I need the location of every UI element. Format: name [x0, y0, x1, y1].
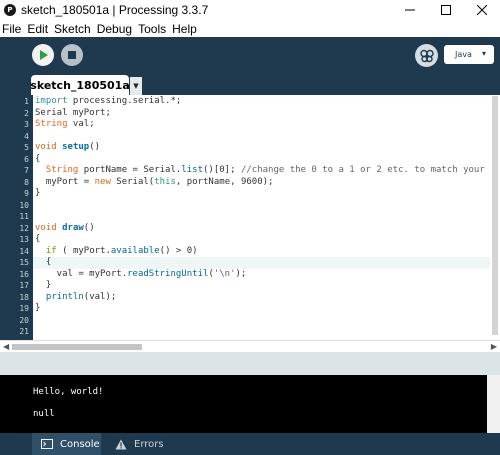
- stop-icon: [68, 51, 76, 59]
- title-bar: P sketch_180501a | Processing 3.3.7: [0, 0, 500, 20]
- code-editor: 1 2 3 4 5 6 7 8 9 10 11 12 13 14 15 16 1…: [0, 95, 500, 340]
- code-line: String val;: [35, 119, 95, 129]
- code-text-area[interactable]: import processing.serial.*; Serial myPor…: [33, 95, 490, 340]
- line-number: 5: [24, 143, 29, 152]
- tab-sketch[interactable]: sketch_180501a: [30, 75, 130, 95]
- line-number: 6: [24, 154, 29, 164]
- errors-tab-label: Errors: [134, 438, 164, 450]
- menu-help[interactable]: Help: [169, 22, 200, 36]
- menu-tools[interactable]: Tools: [135, 22, 169, 36]
- line-number: 2: [24, 108, 29, 118]
- code-line: val = myPort.readStringUntil('\n');: [35, 268, 247, 279]
- scrollbar-thumb[interactable]: [492, 96, 498, 335]
- code-line: Serial myPort;: [35, 107, 111, 118]
- line-number: 8: [24, 177, 29, 187]
- console-tab-label: Console: [60, 438, 100, 450]
- line-number: 19: [19, 304, 29, 313]
- line-number: 9: [24, 189, 29, 198]
- window-title: sketch_180501a | Processing 3.3.7: [21, 3, 209, 17]
- menu-edit[interactable]: Edit: [24, 22, 51, 36]
- triangle-down-icon: ▼: [133, 82, 139, 90]
- editor-vertical-scrollbar[interactable]: [490, 95, 500, 340]
- code-line: String portName = Serial.list()[0]; //ch…: [45, 165, 490, 175]
- line-number: 4: [24, 131, 29, 141]
- line-number: 11: [19, 212, 29, 221]
- console-line: null: [33, 409, 55, 419]
- line-number: 20: [19, 315, 29, 325]
- run-button[interactable]: [32, 44, 54, 66]
- code-line: void draw(): [35, 222, 95, 233]
- menu-bar: File Edit Sketch Debug Tools Help: [0, 20, 500, 37]
- code-line: myPort = new Serial(this, portName, 9600…: [35, 176, 274, 187]
- code-line-current: {: [33, 257, 490, 269]
- line-number: 15: [19, 258, 29, 267]
- line-number: 16: [19, 269, 29, 279]
- code-line: {: [35, 234, 41, 244]
- code-line: println(val);: [45, 291, 117, 302]
- console-tab[interactable]: Console: [32, 433, 101, 455]
- scrollbar-thumb[interactable]: [12, 344, 142, 350]
- message-area: [0, 352, 500, 375]
- line-number: 7: [24, 166, 29, 175]
- line-number: 12: [19, 223, 29, 233]
- scroll-left-icon[interactable]: ◀: [3, 342, 9, 351]
- line-number-gutter: 1 2 3 4 5 6 7 8 9 10 11 12 13 14 15 16 1…: [0, 95, 33, 340]
- processing-app-icon: P: [4, 4, 16, 16]
- warning-icon: [115, 439, 127, 450]
- line-number: 13: [19, 235, 29, 244]
- line-number: 10: [19, 200, 29, 210]
- code-line: if ( myPort.available() > 0): [45, 245, 198, 256]
- chevron-down-icon: ▾: [481, 49, 486, 58]
- terminal-icon: [41, 439, 53, 449]
- code-line: }: [35, 188, 41, 198]
- scroll-right-icon[interactable]: ▶: [491, 342, 497, 351]
- stop-button[interactable]: [61, 44, 83, 66]
- code-line: {: [35, 153, 41, 164]
- code-line: }: [35, 280, 52, 290]
- line-number: 21: [19, 327, 29, 336]
- tab-bar: sketch_180501a ▼: [0, 75, 500, 95]
- close-button[interactable]: [464, 0, 500, 20]
- menu-file[interactable]: File: [0, 22, 24, 36]
- maximize-button[interactable]: [428, 0, 464, 20]
- code-line: void setup(): [35, 142, 101, 152]
- minimize-button[interactable]: [392, 0, 428, 20]
- console-output[interactable]: Hello, world! null: [0, 375, 500, 433]
- menu-sketch[interactable]: Sketch: [51, 22, 94, 36]
- console-scrollbar[interactable]: [487, 375, 500, 433]
- mode-selector[interactable]: Java ▾: [444, 45, 494, 64]
- code-line: import processing.serial.*;: [35, 96, 182, 106]
- tab-menu-button[interactable]: ▼: [130, 77, 142, 95]
- line-number: 18: [19, 292, 29, 302]
- editor-horizontal-scrollbar[interactable]: ◀ ▶: [0, 340, 500, 352]
- line-number: 3: [24, 120, 29, 129]
- mode-label: Java: [455, 50, 472, 59]
- line-number: 17: [19, 281, 29, 290]
- console-line: Hello, world!: [33, 387, 104, 397]
- line-number: 1: [24, 97, 29, 106]
- errors-tab[interactable]: Errors: [110, 433, 172, 455]
- window-controls: [392, 0, 500, 20]
- toolbar: [0, 37, 500, 75]
- code-line: }: [35, 303, 41, 313]
- line-number: 14: [19, 246, 29, 256]
- butterfly-icon: [419, 49, 434, 62]
- menu-debug[interactable]: Debug: [94, 22, 135, 36]
- debugger-button[interactable]: [415, 44, 438, 67]
- footer-bar: Console Errors: [0, 433, 500, 455]
- play-icon: [40, 50, 48, 60]
